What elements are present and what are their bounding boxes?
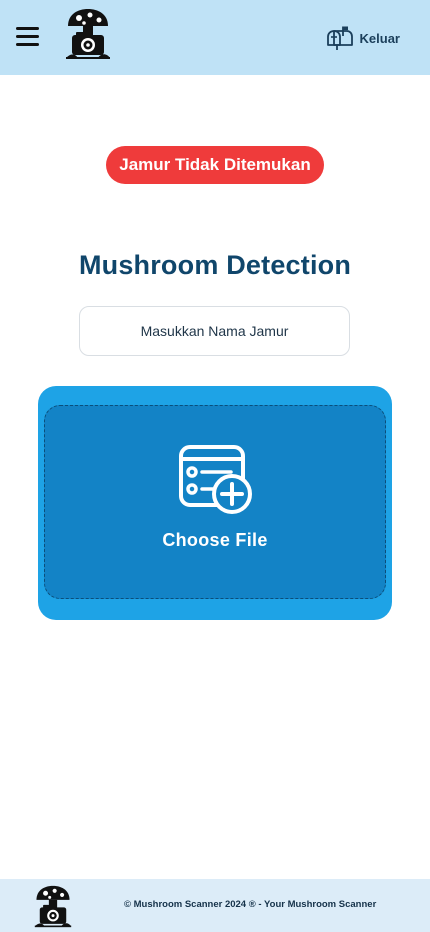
upload-panel: Choose File	[38, 386, 392, 620]
choose-file-dropzone[interactable]: Choose File	[44, 405, 386, 599]
app-footer: © Mushroom Scanner 2024 ® - Your Mushroo…	[0, 879, 430, 932]
file-add-icon	[179, 445, 252, 514]
mushroom-logo-icon	[34, 885, 72, 928]
not-found-alert: Jamur Tidak Ditemukan	[106, 146, 324, 184]
hamburger-menu-icon[interactable]	[16, 27, 39, 46]
logout-label: Keluar	[359, 30, 400, 46]
mushroom-logo-icon[interactable]	[64, 8, 112, 60]
logout-button[interactable]: Keluar	[326, 24, 400, 52]
mailbox-icon	[326, 26, 353, 50]
copyright-text: © Mushroom Scanner 2024 ® - Your Mushroo…	[124, 899, 377, 910]
choose-file-label: Choose File	[162, 530, 268, 550]
mushroom-name-input[interactable]	[79, 306, 350, 356]
page-title: Mushroom Detection	[78, 250, 352, 280]
app-header: Keluar	[0, 0, 430, 75]
